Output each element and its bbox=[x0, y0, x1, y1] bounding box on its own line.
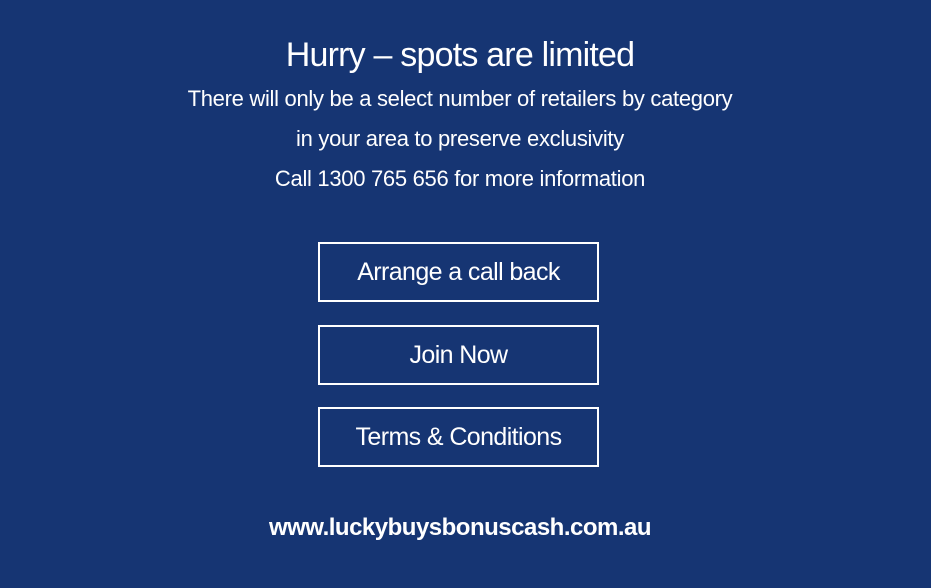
info-line-retailers: There will only be a select number of re… bbox=[187, 86, 733, 111]
website-link[interactable]: www.luckybuysbonuscash.com.au bbox=[0, 512, 920, 544]
arrange-call-back-button[interactable]: Arrange a call back bbox=[318, 242, 599, 302]
info-line-phone: Call 1300 765 656 for more information bbox=[274, 166, 646, 191]
join-now-button[interactable]: Join Now bbox=[318, 325, 599, 385]
terms-conditions-button[interactable]: Terms & Conditions bbox=[318, 407, 599, 467]
promo-panel: Hurry – spots are limited There will onl… bbox=[0, 0, 931, 588]
info-line-exclusivity: in your area to preserve exclusivity bbox=[296, 126, 624, 151]
headline: Hurry – spots are limited bbox=[285, 36, 635, 74]
